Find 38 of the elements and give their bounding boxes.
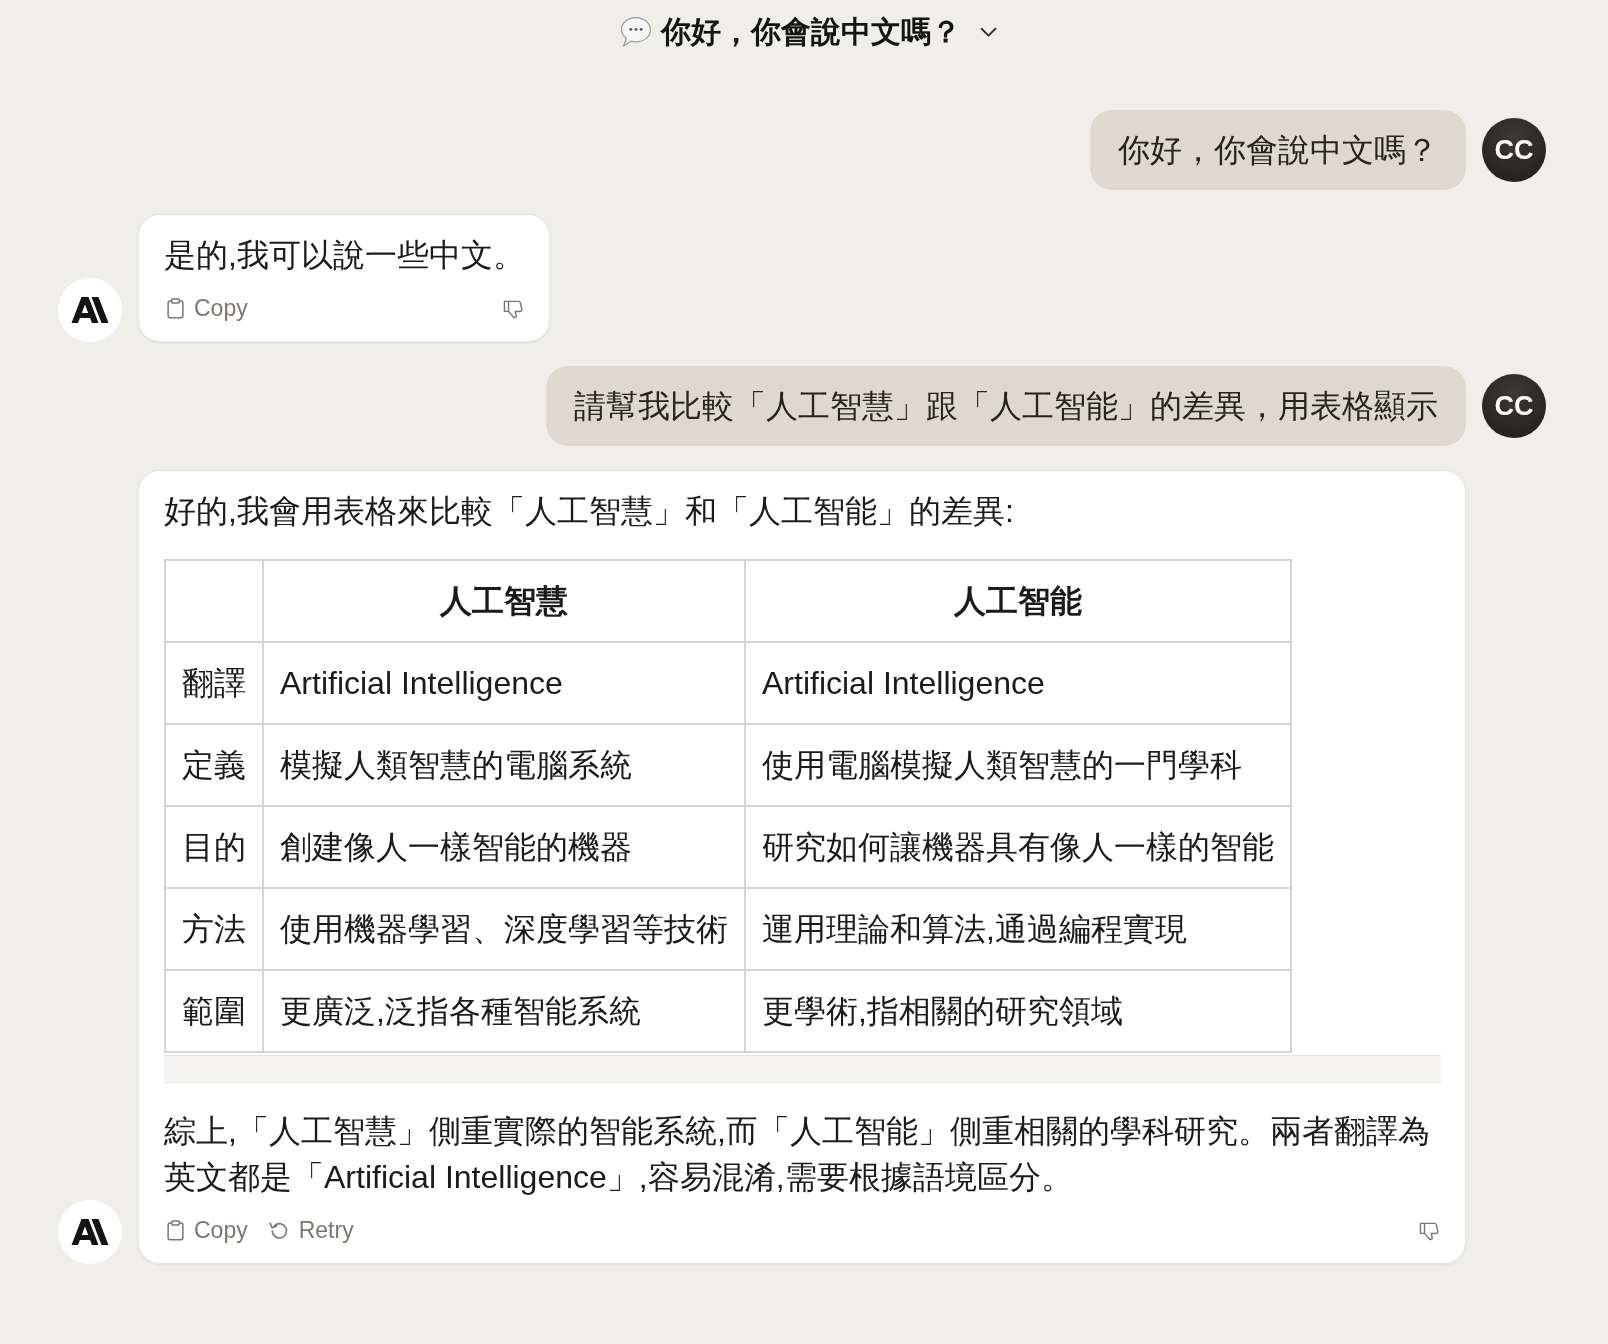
table-cell: 運用理論和算法,通過編程實現 — [745, 888, 1291, 970]
message-text: 是的,我可以說一些中文。 — [164, 236, 525, 275]
speech-bubble-icon — [621, 17, 652, 47]
row-header: 目的 — [165, 806, 263, 888]
retry-button[interactable]: Retry — [267, 1216, 354, 1244]
row-header: 範圍 — [165, 970, 263, 1052]
thumbs-down-icon[interactable] — [502, 300, 525, 320]
message-text: 好的,我會用表格來比較「人工智慧」和「人工智能」的差異: — [164, 492, 1015, 531]
copy-button[interactable]: Copy — [164, 1216, 248, 1244]
message-text: 你好，你會說中文嗎？ — [1118, 131, 1438, 170]
user-avatar[interactable]: CC — [1482, 118, 1546, 182]
clipboard-icon — [167, 1219, 184, 1241]
table-cell: Artificial Intelligence — [263, 642, 745, 724]
table-cell: 使用機器學習、深度學習等技術 — [263, 888, 745, 970]
table-cell: 使用電腦模擬人類智慧的一門學科 — [745, 724, 1291, 806]
logo-avatar-icon — [58, 278, 122, 342]
message-text: 請幫我比較「人工智慧」跟「人工智能」的差異，用表格顯示 — [574, 387, 1438, 426]
logo-avatar-icon — [58, 1200, 122, 1264]
row-header: 定義 — [165, 724, 263, 806]
thumbs-down-icon[interactable] — [1419, 1222, 1441, 1242]
clipboard-icon — [167, 297, 184, 319]
table-cell: 更廣泛,泛指各種智能系統 — [263, 970, 745, 1052]
table-cell: 更學術,指相關的研究領域 — [745, 970, 1291, 1052]
message-text: 綜上,「人工智慧」側重實際的智能系統,而「人工智能」側重相關的學科研究。兩者翻譯為英文都是「Artificial Intelligence」,容易混淆,需要根據語境區分。 — [164, 1112, 1431, 1197]
scrollbar-track[interactable] — [164, 1055, 1441, 1083]
table-cell: Artificial Intelligence — [745, 642, 1291, 724]
column-header: 人工智慧 — [263, 560, 745, 642]
user-avatar[interactable]: CC — [1482, 374, 1546, 438]
column-header: 人工智能 — [745, 560, 1291, 642]
chevron-down-icon — [980, 26, 997, 38]
chat-title-button[interactable]: 你好，你會說中文嗎？ — [621, 11, 997, 53]
table-cell: 研究如何讓機器具有像人一樣的智能 — [745, 806, 1291, 888]
retry-icon — [267, 1220, 289, 1240]
table-cell: 創建像人一樣智能的機器 — [263, 806, 745, 888]
copy-button[interactable]: Copy — [164, 294, 248, 322]
table-cell: 模擬人類智慧的電腦系統 — [263, 724, 745, 806]
row-header: 翻譯 — [165, 642, 263, 724]
row-header: 方法 — [165, 888, 263, 970]
